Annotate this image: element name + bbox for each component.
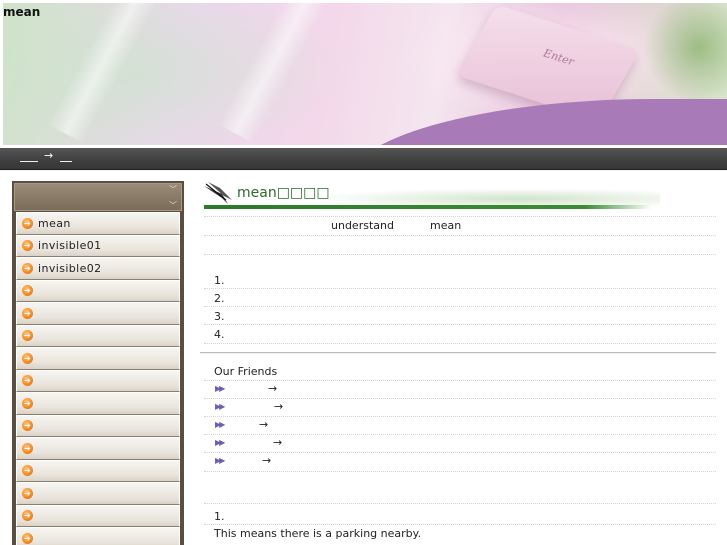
example-number: 1. xyxy=(214,510,225,523)
friend-link[interactable]: → xyxy=(273,436,282,449)
arrow-bullet-icon: ➔ xyxy=(22,420,33,432)
intro-word-understand: understand xyxy=(331,219,394,232)
chevron-down-icon: ﹀ xyxy=(169,201,177,210)
arrow-bullet-icon: ➔ xyxy=(22,442,33,454)
sidebar-item[interactable]: ➔ xyxy=(16,504,180,527)
friend-link[interactable]: → xyxy=(262,454,271,467)
divider xyxy=(204,343,716,344)
site-title: mean xyxy=(3,5,41,19)
arrow-bullet-icon: ➔ xyxy=(22,487,33,499)
sidebar: ﹀ ﹀ ➔ mean ➔ invisible01 ➔ invisible02 ➔ ➔ ➔ ➔ ➔ ➔ ➔… xyxy=(12,181,184,545)
sidebar-item[interactable]: ➔ xyxy=(16,302,180,325)
arrow-bullet-icon: ➔ xyxy=(22,285,33,297)
sidebar-menu: ➔ mean ➔ invisible01 ➔ invisible02 ➔ ➔ ➔ ➔ ➔ ➔ ➔ ➔ ➔ ➔ ➔… xyxy=(14,212,182,545)
arrow-bullet-icon: ➔ xyxy=(22,352,33,364)
arrow-bullet-icon: ➔ xyxy=(22,262,33,274)
sidebar-item[interactable]: ➔ mean xyxy=(16,212,180,235)
sidebar-item[interactable]: ➔ xyxy=(16,369,180,392)
divider xyxy=(204,288,716,289)
page-heading: mean□□□□ xyxy=(200,176,718,212)
sidebar-item[interactable]: ➔ xyxy=(16,347,180,370)
list-item: 1. xyxy=(214,274,225,287)
list-item: 2. xyxy=(214,292,225,305)
nav-link-current[interactable] xyxy=(60,161,72,162)
site-header: Enter mean xyxy=(0,0,727,148)
sidebar-item[interactable]: ➔ xyxy=(16,392,180,415)
sidebar-item[interactable]: ➔ xyxy=(16,324,180,347)
divider xyxy=(204,471,716,472)
arrow-bullet-icon: ➔ xyxy=(22,465,33,477)
example-sentence: This means there is a parking nearby. xyxy=(214,527,422,540)
divider xyxy=(204,235,716,236)
sidebar-header: ﹀ ﹀ xyxy=(14,183,182,211)
page-title: mean□□□□ xyxy=(237,185,330,201)
intro-word-mean: mean xyxy=(430,219,462,232)
double-arrow-icon: ▶▶ xyxy=(215,384,225,393)
divider xyxy=(204,416,716,417)
banner-swirl xyxy=(643,3,727,103)
divider xyxy=(204,503,716,504)
list-item: 4. xyxy=(214,328,225,341)
arrow-bullet-icon: ➔ xyxy=(22,217,33,229)
main-content: mean□□□□ understand mean 1. 2. 3. 4. Our… xyxy=(200,176,718,540)
divider xyxy=(204,524,716,525)
header-banner-image: Enter xyxy=(3,3,727,145)
double-arrow-icon: ▶▶ xyxy=(215,402,225,411)
sidebar-item[interactable]: ➔ xyxy=(16,279,180,302)
friend-link[interactable]: → xyxy=(274,400,283,413)
sidebar-item[interactable]: ➔ xyxy=(16,414,180,437)
sidebar-item[interactable]: ➔ xyxy=(16,527,180,545)
friends-heading: Our Friends xyxy=(214,365,278,378)
arrow-bullet-icon: ➔ xyxy=(22,397,33,409)
sidebar-item-label: invisible01 xyxy=(38,239,102,253)
section-divider xyxy=(200,352,716,354)
arrow-bullet-icon: ➔ xyxy=(22,510,33,522)
arrow-bullet-icon: ➔ xyxy=(22,532,33,544)
top-navbar: → xyxy=(0,148,727,170)
chevron-down-icon: ﹀ xyxy=(169,185,177,194)
arrow-bullet-icon: ➔ xyxy=(22,307,33,319)
divider xyxy=(204,452,716,453)
double-arrow-icon: ▶▶ xyxy=(215,438,225,447)
divider xyxy=(204,254,716,255)
feather-pen-icon xyxy=(204,182,232,204)
friend-link[interactable]: → xyxy=(259,418,268,431)
divider xyxy=(204,398,716,399)
double-arrow-icon: ▶▶ xyxy=(215,420,225,429)
double-arrow-icon: ▶▶ xyxy=(215,456,225,465)
nav-link-home[interactable] xyxy=(20,161,38,162)
banner-purple-wave xyxy=(343,99,727,145)
sidebar-item[interactable]: ➔ invisible01 xyxy=(16,234,180,257)
list-item: 3. xyxy=(214,310,225,323)
nav-arrow-icon: → xyxy=(44,149,54,162)
sidebar-item[interactable]: ➔ xyxy=(16,482,180,505)
banner-light-beam xyxy=(47,3,159,144)
banner-light-beam xyxy=(217,3,329,144)
heading-underline xyxy=(204,205,652,209)
sidebar-item-label: invisible02 xyxy=(38,261,102,275)
friend-link[interactable]: → xyxy=(268,382,277,395)
divider xyxy=(204,306,716,307)
sidebar-item[interactable]: ➔ invisible02 xyxy=(16,257,180,280)
arrow-bullet-icon: ➔ xyxy=(22,330,33,342)
divider xyxy=(204,216,716,217)
heading-decoration xyxy=(310,188,660,206)
divider xyxy=(204,324,716,325)
sidebar-item-label: mean xyxy=(38,216,71,230)
divider xyxy=(204,434,716,435)
sidebar-item[interactable]: ➔ xyxy=(16,459,180,482)
arrow-bullet-icon: ➔ xyxy=(22,375,33,387)
arrow-bullet-icon: ➔ xyxy=(22,240,33,252)
divider xyxy=(204,380,716,381)
sidebar-item[interactable]: ➔ xyxy=(16,437,180,460)
